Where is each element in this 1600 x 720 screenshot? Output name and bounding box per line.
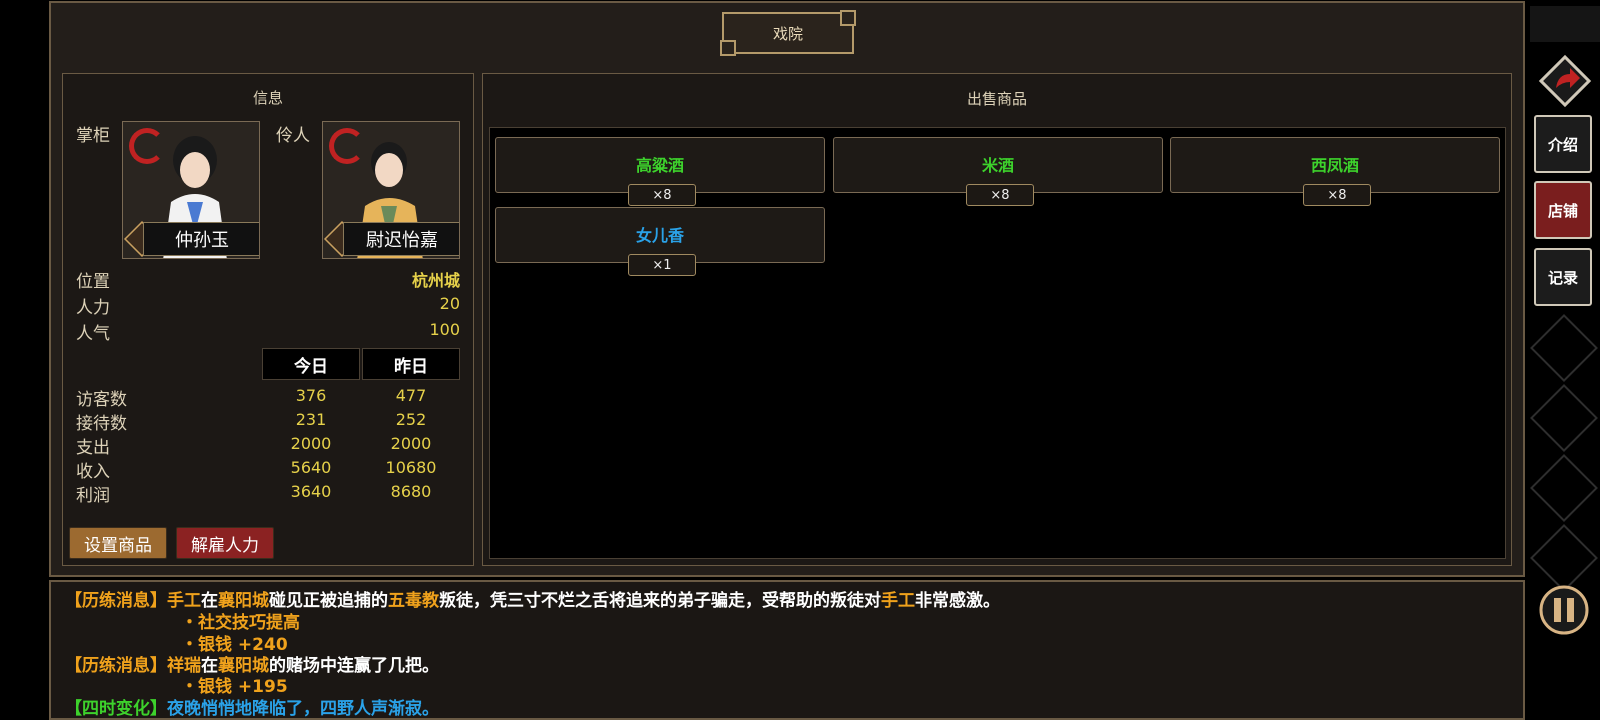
martial-arts-icon [1530, 314, 1598, 382]
goods-card[interactable]: 女儿香 ×1 [495, 207, 825, 276]
row-today: 231 [295, 410, 327, 429]
stat-value-location: 杭州城 [411, 271, 460, 290]
goods-name: 西凤酒 [1310, 156, 1359, 175]
stat-label-popularity: 人气 [76, 324, 110, 344]
row-yesterday: 252 [395, 410, 427, 429]
goods-qty: ×1 [628, 254, 696, 276]
row-today: 3640 [290, 482, 332, 501]
stat-label-location: 位置 [76, 272, 110, 292]
manager-name: 仲孙玉 [143, 222, 259, 256]
title-text: 戏院 [772, 24, 803, 43]
goods-card[interactable]: 高粱酒 ×8 [495, 137, 825, 206]
actor-label: 伶人 [276, 126, 310, 146]
goods-qty: ×8 [966, 184, 1034, 206]
stat-label-manpower: 人力 [76, 298, 110, 318]
fire-staff-button[interactable]: 解雇人力 [176, 527, 274, 559]
pause-icon [1539, 585, 1589, 635]
row-label: 收入 [76, 462, 110, 482]
manager-portrait[interactable]: 仲孙玉 [122, 121, 260, 259]
row-yesterday: 8680 [390, 482, 432, 501]
row-yesterday: 10680 [385, 458, 437, 477]
pause-button[interactable] [1538, 584, 1590, 636]
row-today: 376 [295, 386, 327, 405]
row-yesterday: 477 [395, 386, 427, 405]
top-right-bar [1530, 6, 1600, 42]
sidebar-shop[interactable]: 店铺 [1534, 181, 1592, 239]
back-button[interactable] [1538, 54, 1592, 108]
sidebar-intro[interactable]: 介绍 [1534, 115, 1592, 173]
goods-name: 女儿香 [635, 226, 684, 245]
actor-portrait[interactable]: 尉迟怡嘉 [322, 121, 460, 259]
log-line: 【四时变化】夜晚悄悄地降临了，四野人声渐寂。 [65, 699, 439, 719]
set-goods-button[interactable]: 设置商品 [69, 527, 167, 559]
row-yesterday: 2000 [390, 434, 432, 453]
goods-qty: ×8 [628, 184, 696, 206]
sidebar-record[interactable]: 记录 [1534, 248, 1592, 306]
settings-gear-icon [1530, 524, 1598, 592]
info-heading: 信息 [252, 89, 283, 107]
col-yesterday: 昨日 [362, 348, 460, 380]
goods-name: 高粱酒 [635, 156, 684, 175]
corner-knot-icon [840, 10, 856, 26]
actor-name: 尉迟怡嘉 [343, 222, 459, 256]
page-title: 戏院 [720, 10, 856, 56]
refresh-actor-icon[interactable] [329, 128, 365, 164]
row-today: 5640 [290, 458, 332, 477]
goods-heading: 出售商品 [966, 90, 1027, 108]
stat-value-manpower: 20 [439, 294, 460, 313]
goods-card[interactable]: 米酒 ×8 [833, 137, 1163, 206]
refresh-manager-icon[interactable] [129, 128, 165, 164]
message-log: 【历练消息】手工在襄阳城碰见正被追捕的五毒教叛徒，凭三寸不烂之舌将追来的弟子骗走… [49, 580, 1525, 720]
sect-icon [1530, 384, 1598, 452]
row-today: 2000 [290, 434, 332, 453]
goods-card[interactable]: 西凤酒 ×8 [1170, 137, 1500, 206]
row-label: 支出 [76, 438, 110, 458]
row-label: 利润 [76, 486, 110, 506]
goods-qty: ×8 [1303, 184, 1371, 206]
row-label: 访客数 [76, 390, 127, 410]
goods-name: 米酒 [981, 156, 1014, 175]
back-arrow-icon [1538, 54, 1592, 108]
row-label: 接待数 [76, 414, 127, 434]
manager-label: 掌柜 [76, 126, 110, 146]
corner-knot-icon [720, 40, 736, 56]
col-today: 今日 [262, 348, 360, 380]
help-icon [1530, 454, 1598, 522]
stat-value-popularity: 100 [429, 320, 460, 339]
